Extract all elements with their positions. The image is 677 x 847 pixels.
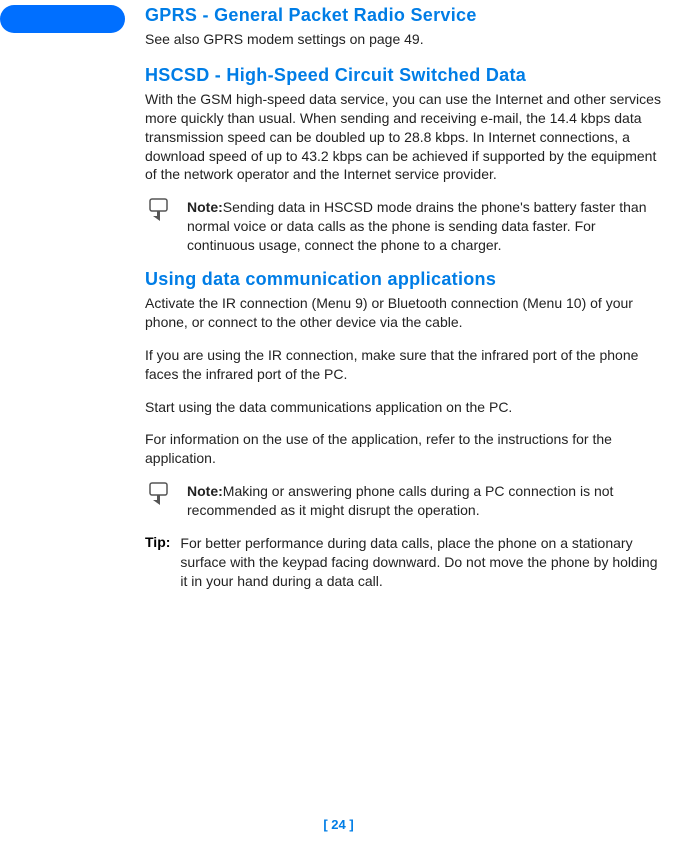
- heading-hscsd: HSCSD - High-Speed Circuit Switched Data: [145, 65, 662, 86]
- heading-gprs: GPRS - General Packet Radio Service: [145, 5, 662, 26]
- note-text-2: Note:Making or answering phone calls dur…: [187, 482, 662, 520]
- note-icon: [147, 482, 177, 511]
- subtext-gprs: See also GPRS modem settings on page 49.: [145, 30, 662, 49]
- section-tab: [0, 5, 125, 33]
- heading-apps: Using data communication applications: [145, 269, 662, 290]
- note-block-1: Note:Sending data in HSCSD mode drains t…: [145, 198, 662, 255]
- note-icon: [147, 198, 177, 227]
- paragraph-hscsd: With the GSM high-speed data service, yo…: [145, 90, 662, 184]
- paragraph-start: Start using the data communications appl…: [145, 398, 662, 417]
- paragraph-info: For information on the use of the applic…: [145, 430, 662, 468]
- tip-block: Tip: For better performance during data …: [145, 534, 662, 591]
- note-label-1: Note:: [187, 199, 223, 215]
- note-text-1: Note:Sending data in HSCSD mode drains t…: [187, 198, 662, 255]
- page-content: GPRS - General Packet Radio Service See …: [145, 5, 662, 605]
- page-number: [ 24 ]: [0, 817, 677, 832]
- note-body-2: Making or answering phone calls during a…: [187, 483, 613, 518]
- note-body-1: Sending data in HSCSD mode drains the ph…: [187, 199, 647, 253]
- paragraph-ir: If you are using the IR connection, make…: [145, 346, 662, 384]
- note-block-2: Note:Making or answering phone calls dur…: [145, 482, 662, 520]
- tip-text: For better performance during data calls…: [180, 534, 662, 591]
- note-label-2: Note:: [187, 483, 223, 499]
- tip-label: Tip:: [145, 534, 170, 550]
- paragraph-activate: Activate the IR connection (Menu 9) or B…: [145, 294, 662, 332]
